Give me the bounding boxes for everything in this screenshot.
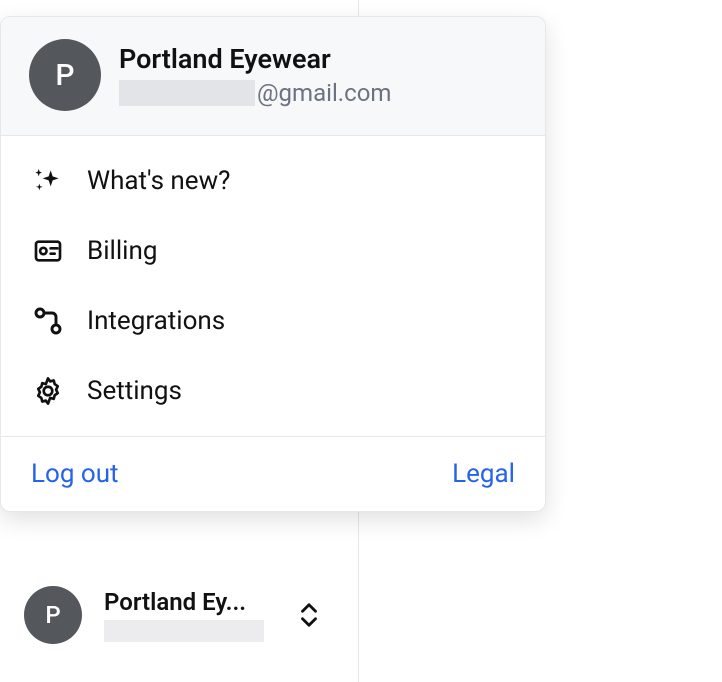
chevron-up-down-icon: [296, 601, 322, 629]
menu-item-settings[interactable]: Settings: [1, 356, 545, 426]
account-switcher-text: Portland Ey...: [104, 588, 264, 642]
legal-link[interactable]: Legal: [452, 459, 515, 489]
sparkle-icon: [31, 164, 65, 198]
redacted-text: [104, 620, 264, 642]
profile-email: @gmail.com: [119, 79, 391, 107]
email-suffix: @gmail.com: [257, 79, 391, 107]
redacted-email-local: [119, 80, 255, 106]
menu-label: Billing: [87, 236, 157, 266]
avatar: P: [24, 586, 82, 644]
menu-item-billing[interactable]: Billing: [1, 216, 545, 286]
account-switcher-name: Portland Ey...: [104, 588, 264, 616]
profile-text: Portland Eyewear @gmail.com: [119, 43, 391, 107]
profile-name: Portland Eyewear: [119, 43, 391, 75]
menu-label: Integrations: [87, 306, 225, 336]
menu-list: What's new? Billing Integ: [1, 136, 545, 436]
account-switcher[interactable]: P Portland Ey...: [24, 586, 322, 644]
integrations-icon: [31, 304, 65, 338]
menu-item-whats-new[interactable]: What's new?: [1, 146, 545, 216]
account-menu-popup: P Portland Eyewear @gmail.com What's new…: [0, 16, 546, 512]
menu-label: Settings: [87, 376, 182, 406]
menu-label: What's new?: [87, 166, 230, 196]
avatar: P: [29, 39, 101, 111]
popup-footer: Log out Legal: [1, 436, 545, 511]
menu-item-integrations[interactable]: Integrations: [1, 286, 545, 356]
profile-header: P Portland Eyewear @gmail.com: [1, 17, 545, 136]
gear-icon: [31, 374, 65, 408]
billing-icon: [31, 234, 65, 268]
logout-link[interactable]: Log out: [31, 459, 119, 489]
